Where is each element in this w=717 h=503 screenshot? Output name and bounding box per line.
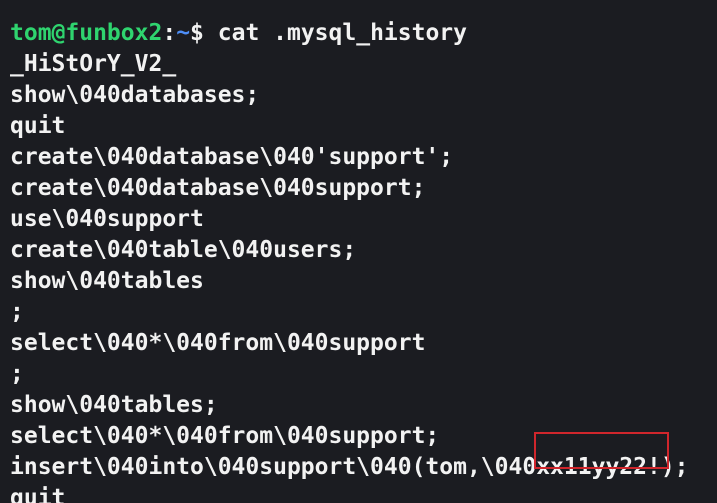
insert-line: insert\040into\040support\040(tom,\040xx… [10,452,689,483]
output-line: _HiStOrY_V2_ [10,51,177,77]
output-line: ; [10,361,24,387]
output-line: create\040database\040support; [10,175,426,201]
prompt-user-host: tom@funbox2 [10,20,163,46]
output-line: show\040databases; [10,82,260,108]
output-line: select\040*\040from\040support [10,330,426,356]
output-line: quit [10,113,66,139]
terminal-window[interactable]: tom@funbox2:~$ cat .mysql_history _HiStO… [0,0,717,503]
output-line: show\040tables; [10,392,218,418]
output-line: use\040support [10,206,204,232]
insert-line-suffix: ); [660,454,689,480]
output-line: ; [10,299,24,325]
output-line: select\040*\040from\040support; [10,423,440,449]
output-line: create\040table\040users; [10,237,357,263]
output-line: show\040tables [10,268,204,294]
prompt-path: ~ [176,20,191,46]
prompt-separator: : [162,20,177,46]
insert-line-prefix: insert\040into\040support\040(tom,\040 [10,454,537,480]
prompt-line: tom@funbox2:~$ cat .mysql_history [10,18,689,49]
prompt-command: cat .mysql_history [217,20,467,46]
output-line: create\040database\040'support'; [10,144,454,170]
prompt-line-previous [10,0,689,18]
output-line-last: quit [10,485,66,503]
prompt-symbol: $ [190,20,218,46]
terminal-output: tom@funbox2:~$ cat .mysql_history _HiStO… [10,0,689,503]
password-text: xx11yy22! [536,454,661,480]
